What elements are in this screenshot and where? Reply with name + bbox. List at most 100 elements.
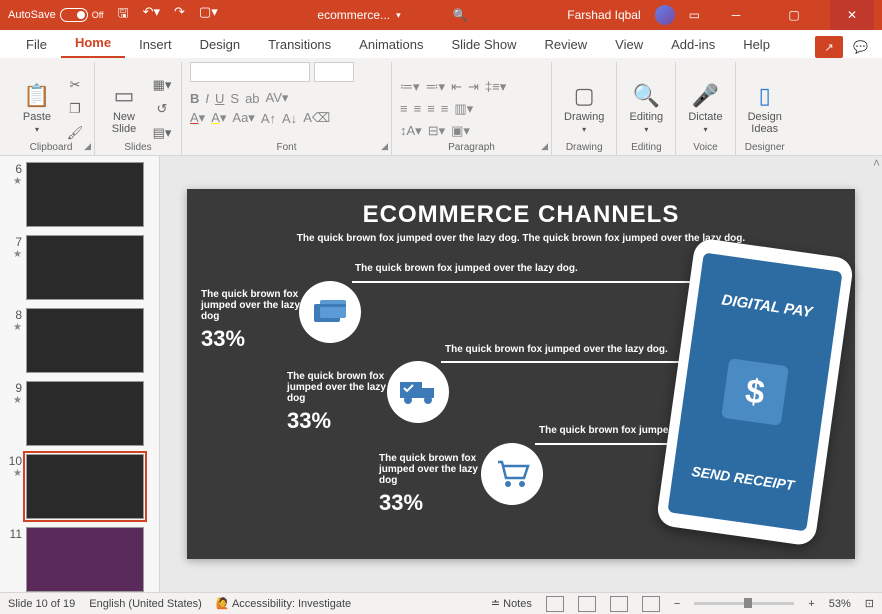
sorter-view-button[interactable] [578,596,596,612]
fit-window-button[interactable]: ⊡ [865,597,874,610]
zoom-level[interactable]: 53% [829,598,851,610]
close-button[interactable]: ✕ [830,0,874,30]
notes-button[interactable]: ≐ Notes [491,597,532,610]
underline-button[interactable]: U [215,91,224,106]
increase-indent-button[interactable]: ⇤ [451,79,462,95]
thumbnail-row[interactable]: 6★ [4,162,155,227]
thumbnail[interactable] [26,527,144,592]
thumbnail-row[interactable]: 9★ [4,381,155,446]
shadow-button[interactable]: ab [245,91,259,106]
autosave-toggle[interactable]: AutoSave Off [8,8,104,22]
clear-format-button[interactable]: A⌫ [303,110,330,126]
avatar[interactable] [655,5,675,25]
toggle-switch[interactable] [60,8,88,22]
tab-home[interactable]: Home [61,29,125,58]
character-spacing-button[interactable]: AV▾ [266,90,289,106]
thumbnail-panel[interactable]: 6★ 7★ 8★ 9★ 10★ 11 [0,156,160,592]
italic-button[interactable]: I [205,91,209,106]
tab-transitions[interactable]: Transitions [254,31,345,58]
change-case-button[interactable]: Aa▾ [232,110,254,126]
tab-animations[interactable]: Animations [345,31,437,58]
align-left-button[interactable]: ≡ [400,101,408,116]
cart-icon-circle[interactable] [481,443,543,505]
strikethrough-button[interactable]: S [230,91,239,106]
connector-label[interactable]: The quick brown fox jumped over the lazy… [355,263,578,274]
comments-icon[interactable]: 💬 [853,40,868,54]
font-family-input[interactable] [190,62,310,82]
thumbnail-row[interactable]: 8★ [4,308,155,373]
justify-button[interactable]: ≡ [441,101,449,116]
tab-slideshow[interactable]: Slide Show [437,31,530,58]
share-button[interactable]: ↗ [815,36,843,58]
thumbnail[interactable] [26,308,144,373]
search-icon[interactable]: 🔍 [453,8,468,22]
card-icon-circle[interactable] [299,281,361,343]
align-center-button[interactable]: ≡ [414,101,422,116]
zoom-in-button[interactable]: + [808,598,814,610]
collapse-ribbon-icon[interactable]: ˄ [873,156,880,170]
filename-dropdown-icon[interactable]: ▾ [396,10,401,21]
font-color-button[interactable]: A▾ [190,110,205,126]
normal-view-button[interactable] [546,596,564,612]
zoom-out-button[interactable]: − [674,598,680,610]
tab-file[interactable]: File [12,31,61,58]
slide-editor[interactable]: ˄ ECOMMERCE CHANNELS The quick brown fox… [160,156,882,592]
truck-icon-circle[interactable] [387,361,449,423]
language-status[interactable]: English (United States) [89,598,202,610]
maximize-button[interactable]: ▢ [772,0,816,30]
thumbnail[interactable] [26,162,144,227]
copy-button[interactable]: ❐ [64,99,86,119]
bold-button[interactable]: B [190,91,199,106]
tab-view[interactable]: View [601,31,657,58]
start-slideshow-icon[interactable]: ▢▾ [199,4,218,26]
tab-design[interactable]: Design [186,31,254,58]
stat-block[interactable]: The quick brown fox jumped over the lazy… [201,289,301,352]
reading-view-button[interactable] [610,596,628,612]
cut-button[interactable]: ✂ [64,75,86,95]
save-icon[interactable]: 🖫 [118,4,129,26]
redo-icon[interactable]: ↷ [174,4,185,26]
tab-help[interactable]: Help [729,31,784,58]
slide-subtitle[interactable]: The quick brown fox jumped over the lazy… [187,233,855,244]
font-size-input[interactable] [314,62,354,82]
dialog-launcher-icon[interactable]: ◢ [84,141,91,152]
thumbnail[interactable] [26,235,144,300]
slideshow-view-button[interactable] [642,596,660,612]
decrease-indent-button[interactable]: ⇥ [468,79,479,95]
slide-counter[interactable]: Slide 10 of 19 [8,598,75,610]
align-text-button[interactable]: ⊟▾ [428,123,445,139]
minimize-button[interactable]: ─ [714,0,758,30]
text-direction-button[interactable]: ↕A▾ [400,123,422,139]
accessibility-status[interactable]: 🙋 Accessibility: Investigate [216,597,351,610]
bullets-button[interactable]: ≔▾ [400,79,420,95]
reset-button[interactable]: ↺ [151,99,173,119]
decrease-font-button[interactable]: A↓ [282,111,297,126]
section-button[interactable]: ▤▾ [151,123,173,143]
ribbon-display-icon[interactable]: ▭ [689,8,700,22]
layout-button[interactable]: ▦▾ [151,75,173,95]
connector-label[interactable]: The quick brown fox jumped over the lazy… [445,344,668,355]
phone-mockup[interactable]: DIGITAL PAY $ SEND RECEIPT [656,237,855,546]
dialog-launcher-icon[interactable]: ◢ [541,141,548,152]
connector-label[interactable]: The quick brown fox jumped. [539,425,677,436]
format-painter-button[interactable]: 🖌 [64,123,86,143]
stat-block[interactable]: The quick brown fox jumped over the lazy… [379,453,479,516]
numbering-button[interactable]: ≕▾ [426,79,446,95]
thumbnail-row[interactable]: 7★ [4,235,155,300]
highlight-button[interactable]: A▾ [211,110,226,126]
thumbnail-row[interactable]: 10★ [4,454,155,519]
smartart-button[interactable]: ▣▾ [451,123,470,139]
slide-canvas[interactable]: ECOMMERCE CHANNELS The quick brown fox j… [187,189,855,559]
tab-insert[interactable]: Insert [125,31,186,58]
columns-button[interactable]: ▥▾ [454,101,473,117]
line-spacing-button[interactable]: ‡≡▾ [485,79,506,95]
tab-review[interactable]: Review [531,31,602,58]
undo-icon[interactable]: ↶▾ [143,4,160,26]
stat-block[interactable]: The quick brown fox jumped over the lazy… [287,371,387,434]
align-right-button[interactable]: ≡ [427,101,435,116]
increase-font-button[interactable]: A↑ [261,111,276,126]
zoom-slider[interactable] [694,602,794,605]
tab-addins[interactable]: Add-ins [657,31,729,58]
thumbnail[interactable] [26,381,144,446]
slide-title[interactable]: ECOMMERCE CHANNELS [187,189,855,229]
